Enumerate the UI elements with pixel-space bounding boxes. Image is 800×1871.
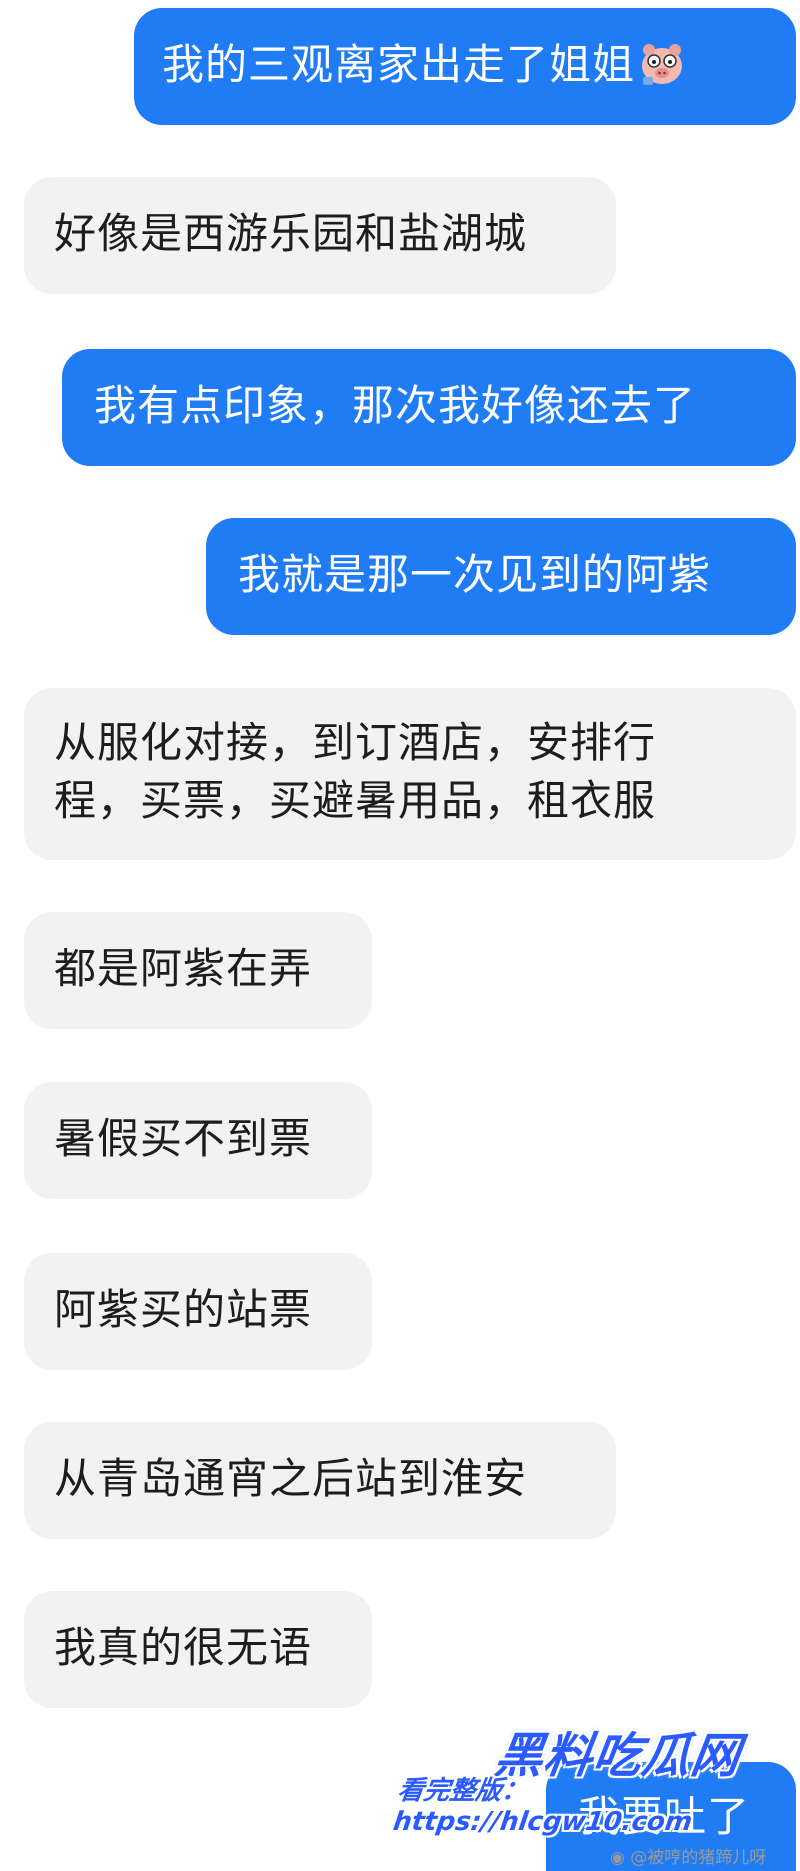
message-text: 暑假买不到票 bbox=[54, 1114, 313, 1163]
message-bubble-incoming[interactable]: 好像是西游乐园和盐湖城 bbox=[24, 177, 616, 294]
message-text: 都是阿紫在弄 bbox=[54, 944, 313, 993]
pig-emoji-icon bbox=[639, 41, 685, 87]
message-bubble-outgoing[interactable]: 我就是那一次见到的阿紫 bbox=[206, 518, 796, 635]
message-text: 我有点印象，那次我好像还去了 bbox=[94, 381, 697, 430]
message-bubble-outgoing[interactable]: 我有点印象，那次我好像还去了 bbox=[62, 349, 796, 466]
message-bubble-incoming[interactable]: 都是阿紫在弄 bbox=[24, 912, 372, 1029]
message-bubble-incoming[interactable]: 暑假买不到票 bbox=[24, 1082, 372, 1199]
message-text: 阿紫买的站票 bbox=[54, 1285, 313, 1334]
message-text: 我就是那一次见到的阿紫 bbox=[238, 550, 712, 599]
message-bubble-outgoing[interactable]: 我要吐了 bbox=[546, 1762, 796, 1871]
message-text: 我真的很无语 bbox=[54, 1623, 313, 1672]
message-text: 从青岛通宵之后站到淮安 bbox=[54, 1454, 528, 1503]
message-text: 好像是西游乐园和盐湖城 bbox=[54, 209, 528, 258]
message-bubble-incoming[interactable]: 阿紫买的站票 bbox=[24, 1253, 372, 1370]
message-bubble-incoming[interactable]: 从服化对接，到订酒店，安排行 程，买票，买避暑用品，租衣服 bbox=[24, 688, 796, 860]
message-text-line-2: 程，买票，买避暑用品，租衣服 bbox=[54, 776, 657, 825]
message-text: 我要吐了 bbox=[578, 1792, 751, 1841]
message-bubble-outgoing[interactable]: 我的三观离家出走了姐姐 bbox=[134, 8, 796, 125]
message-text-line-1: 从服化对接，到订酒店，安排行 bbox=[54, 718, 657, 767]
message-text: 我的三观离家出走了姐姐 bbox=[162, 40, 636, 89]
chat-thread: 我的三观离家出走了姐姐 好像是西游乐园和盐湖城 我有点印象，那次我好像还去了 我… bbox=[0, 0, 800, 1871]
message-bubble-incoming[interactable]: 我真的很无语 bbox=[24, 1591, 372, 1708]
message-bubble-incoming[interactable]: 从青岛通宵之后站到淮安 bbox=[24, 1422, 616, 1539]
